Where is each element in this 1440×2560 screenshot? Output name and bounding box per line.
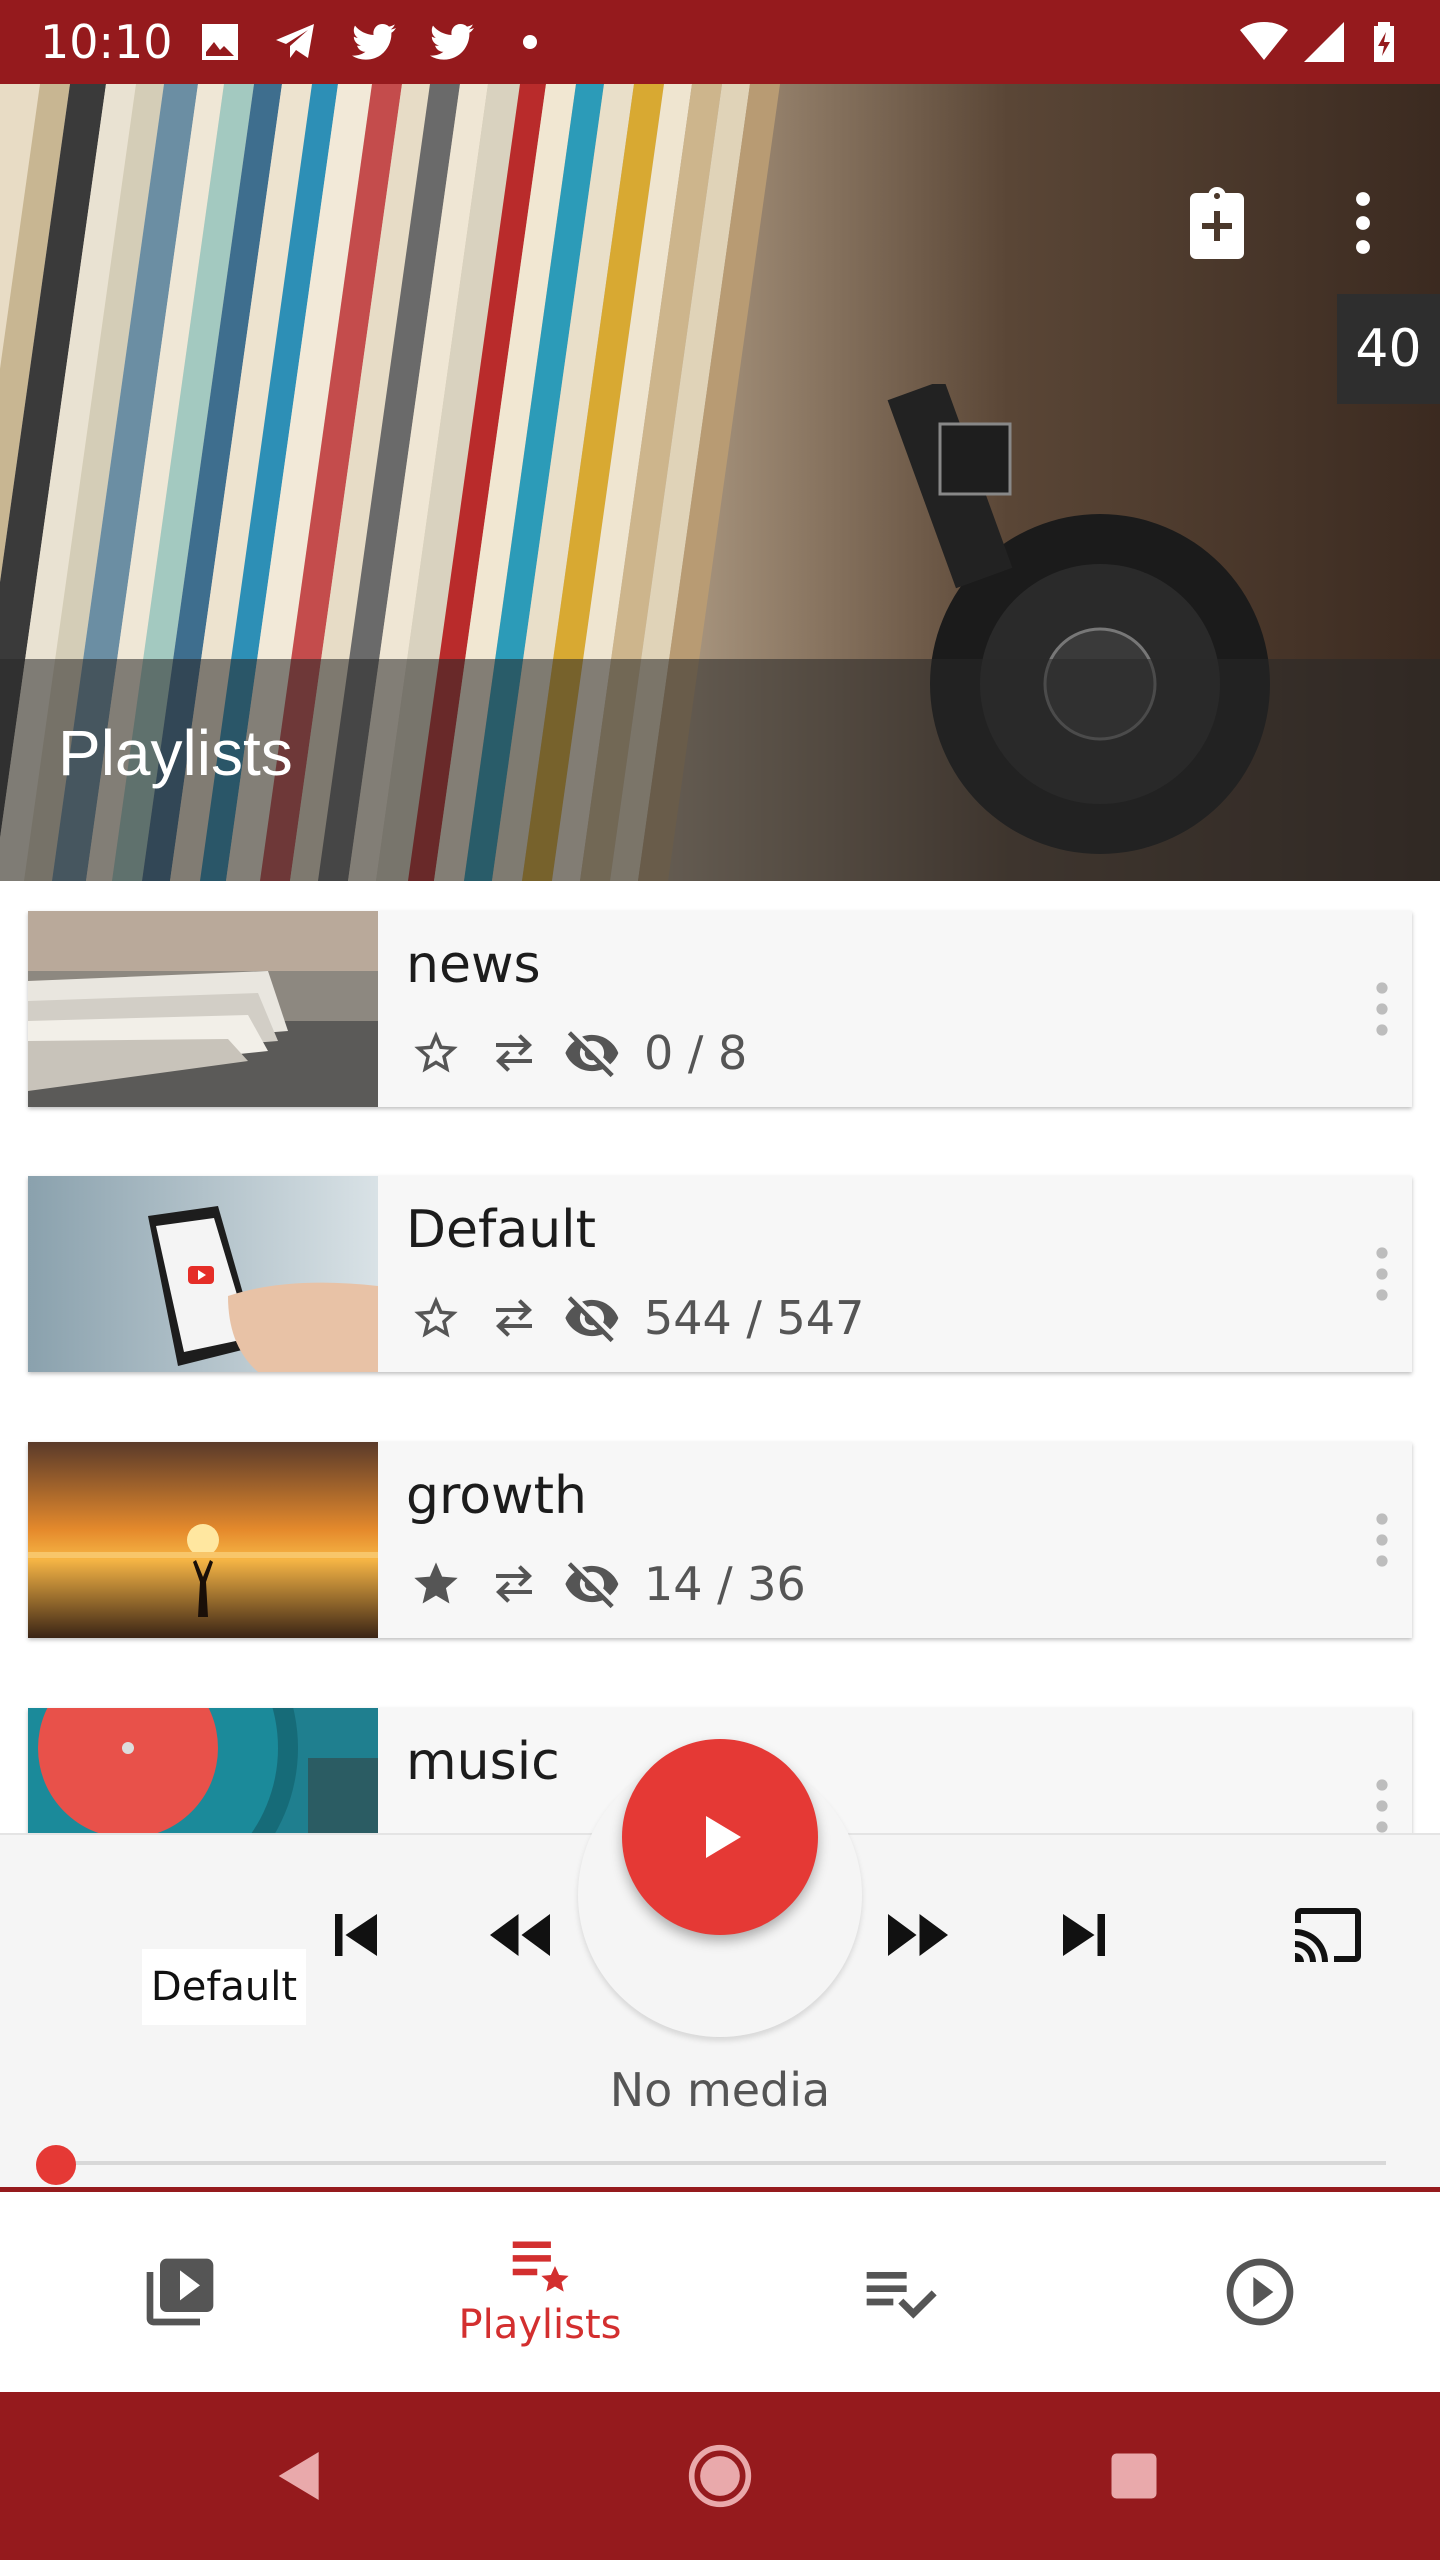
visibility-toggle[interactable] xyxy=(562,1023,622,1083)
playlist-meta: 544 / 547 xyxy=(406,1288,864,1348)
fast-forward-button[interactable] xyxy=(868,1885,968,1985)
rewind-button[interactable] xyxy=(470,1885,570,1985)
watched-count: 14 / 36 xyxy=(644,1557,806,1611)
more-vertical-icon xyxy=(1376,1247,1388,1301)
back-triangle-icon xyxy=(278,2452,319,2500)
nav-item-playlists[interactable]: Playlists xyxy=(360,2192,720,2392)
favorite-toggle[interactable] xyxy=(406,1554,466,1614)
player-status-text: No media xyxy=(609,2063,831,2117)
star-outline-icon xyxy=(414,1296,458,1338)
skip-previous-button[interactable] xyxy=(306,1885,406,1985)
more-vertical-icon xyxy=(1376,982,1388,1036)
repeat-toggle[interactable] xyxy=(484,1554,544,1614)
rewind-icon xyxy=(490,1914,550,1956)
swap-arrows-icon xyxy=(496,1299,532,1337)
favorite-toggle[interactable] xyxy=(406,1023,466,1083)
clipboard-add-icon xyxy=(1190,187,1244,259)
star-filled-icon xyxy=(414,1562,458,1604)
visibility-off-icon xyxy=(565,1562,619,1609)
playlist-star-icon xyxy=(512,2241,569,2292)
playlist-meta: 14 / 36 xyxy=(406,1554,806,1614)
status-time: 10:10 xyxy=(40,15,173,69)
watched-count: 0 / 8 xyxy=(644,1026,748,1080)
playlist-thumbnail xyxy=(28,1708,378,1833)
more-vertical-icon xyxy=(1356,192,1370,254)
more-vertical-icon xyxy=(1376,1513,1388,1567)
system-navigation-bar xyxy=(0,2392,1440,2560)
playlist-thumbnail xyxy=(28,1442,378,1638)
playlist-card-default[interactable]: Default 544 / 547 xyxy=(28,1176,1412,1372)
visibility-off-icon xyxy=(565,1296,619,1343)
playlist-card-growth[interactable]: growth 14 / 36 xyxy=(28,1442,1412,1638)
playlist-card-news[interactable]: news 0 / 8 xyxy=(28,911,1412,1107)
cast-icon xyxy=(1295,1908,1361,1962)
more-options-button[interactable] xyxy=(1318,178,1408,268)
signal-icon xyxy=(1304,22,1344,62)
more-vertical-icon xyxy=(1376,1779,1388,1833)
current-playlist-label: Default xyxy=(142,1949,306,2025)
home-button[interactable] xyxy=(680,2436,760,2516)
telegram-icon xyxy=(276,24,314,58)
playlist-title: music xyxy=(406,1732,560,1792)
favorite-toggle[interactable] xyxy=(406,1288,466,1348)
skip-next-icon xyxy=(1063,1914,1105,1956)
watched-count: 544 / 547 xyxy=(644,1291,865,1345)
play-circle-icon xyxy=(1226,2258,1294,2326)
recents-button[interactable] xyxy=(1094,2436,1174,2516)
recents-square-icon xyxy=(1111,2453,1157,2499)
video-library-icon xyxy=(146,2258,214,2326)
twitter-icon xyxy=(430,24,474,60)
playlist-title: news xyxy=(406,935,541,995)
cast-button[interactable] xyxy=(1278,1885,1378,1985)
playlist-list: news 0 / 8 Default 544 / 547 growth 14 /… xyxy=(0,881,1440,1833)
playlist-thumbnail xyxy=(28,1176,378,1372)
playlist-more-button[interactable] xyxy=(1362,1500,1402,1580)
nav-item-queue[interactable] xyxy=(720,2192,1080,2392)
nav-label: Playlists xyxy=(458,2302,622,2348)
nav-item-videos[interactable] xyxy=(0,2192,360,2392)
back-button[interactable] xyxy=(260,2436,340,2516)
home-circle-icon xyxy=(688,2444,752,2508)
playlist-more-button[interactable] xyxy=(1362,969,1402,1049)
clipboard-add-button[interactable] xyxy=(1172,178,1262,268)
nav-item-now-playing[interactable] xyxy=(1080,2192,1440,2392)
repeat-toggle[interactable] xyxy=(484,1023,544,1083)
skip-previous-icon xyxy=(335,1914,377,1956)
count-badge: 40 xyxy=(1337,294,1440,404)
visibility-toggle[interactable] xyxy=(562,1554,622,1614)
playlist-thumbnail xyxy=(28,911,378,1107)
visibility-toggle[interactable] xyxy=(562,1288,622,1348)
battery-icon xyxy=(1374,22,1394,62)
swap-arrows-icon xyxy=(496,1565,532,1603)
playlist-meta: 0 / 8 xyxy=(406,1023,747,1083)
star-outline-icon xyxy=(414,1031,458,1073)
swap-arrows-icon xyxy=(496,1034,532,1072)
playlist-check-icon xyxy=(866,2272,937,2319)
repeat-toggle[interactable] xyxy=(484,1288,544,1348)
play-button[interactable] xyxy=(622,1739,818,1935)
image-icon xyxy=(202,24,238,60)
player-panel: Default No media xyxy=(0,1739,1440,2194)
header-banner: Playlists 40 xyxy=(0,84,1440,881)
playlist-title: Default xyxy=(406,1200,596,1260)
seek-bar-track[interactable] xyxy=(56,2161,1386,2165)
seek-bar-thumb[interactable] xyxy=(36,2145,76,2185)
playlist-title: growth xyxy=(406,1466,587,1526)
page-title: Playlists xyxy=(58,717,293,789)
play-icon xyxy=(706,1816,741,1858)
playlist-more-button[interactable] xyxy=(1362,1766,1402,1833)
status-bar: 10:10 xyxy=(0,0,1440,84)
fast-forward-icon xyxy=(888,1914,948,1956)
skip-next-button[interactable] xyxy=(1034,1885,1134,1985)
wifi-icon xyxy=(1240,22,1288,60)
twitter-icon xyxy=(352,24,396,60)
dot-icon xyxy=(523,35,537,49)
visibility-off-icon xyxy=(565,1031,619,1078)
bottom-navigation: Playlists xyxy=(0,2192,1440,2392)
playlist-more-button[interactable] xyxy=(1362,1234,1402,1314)
